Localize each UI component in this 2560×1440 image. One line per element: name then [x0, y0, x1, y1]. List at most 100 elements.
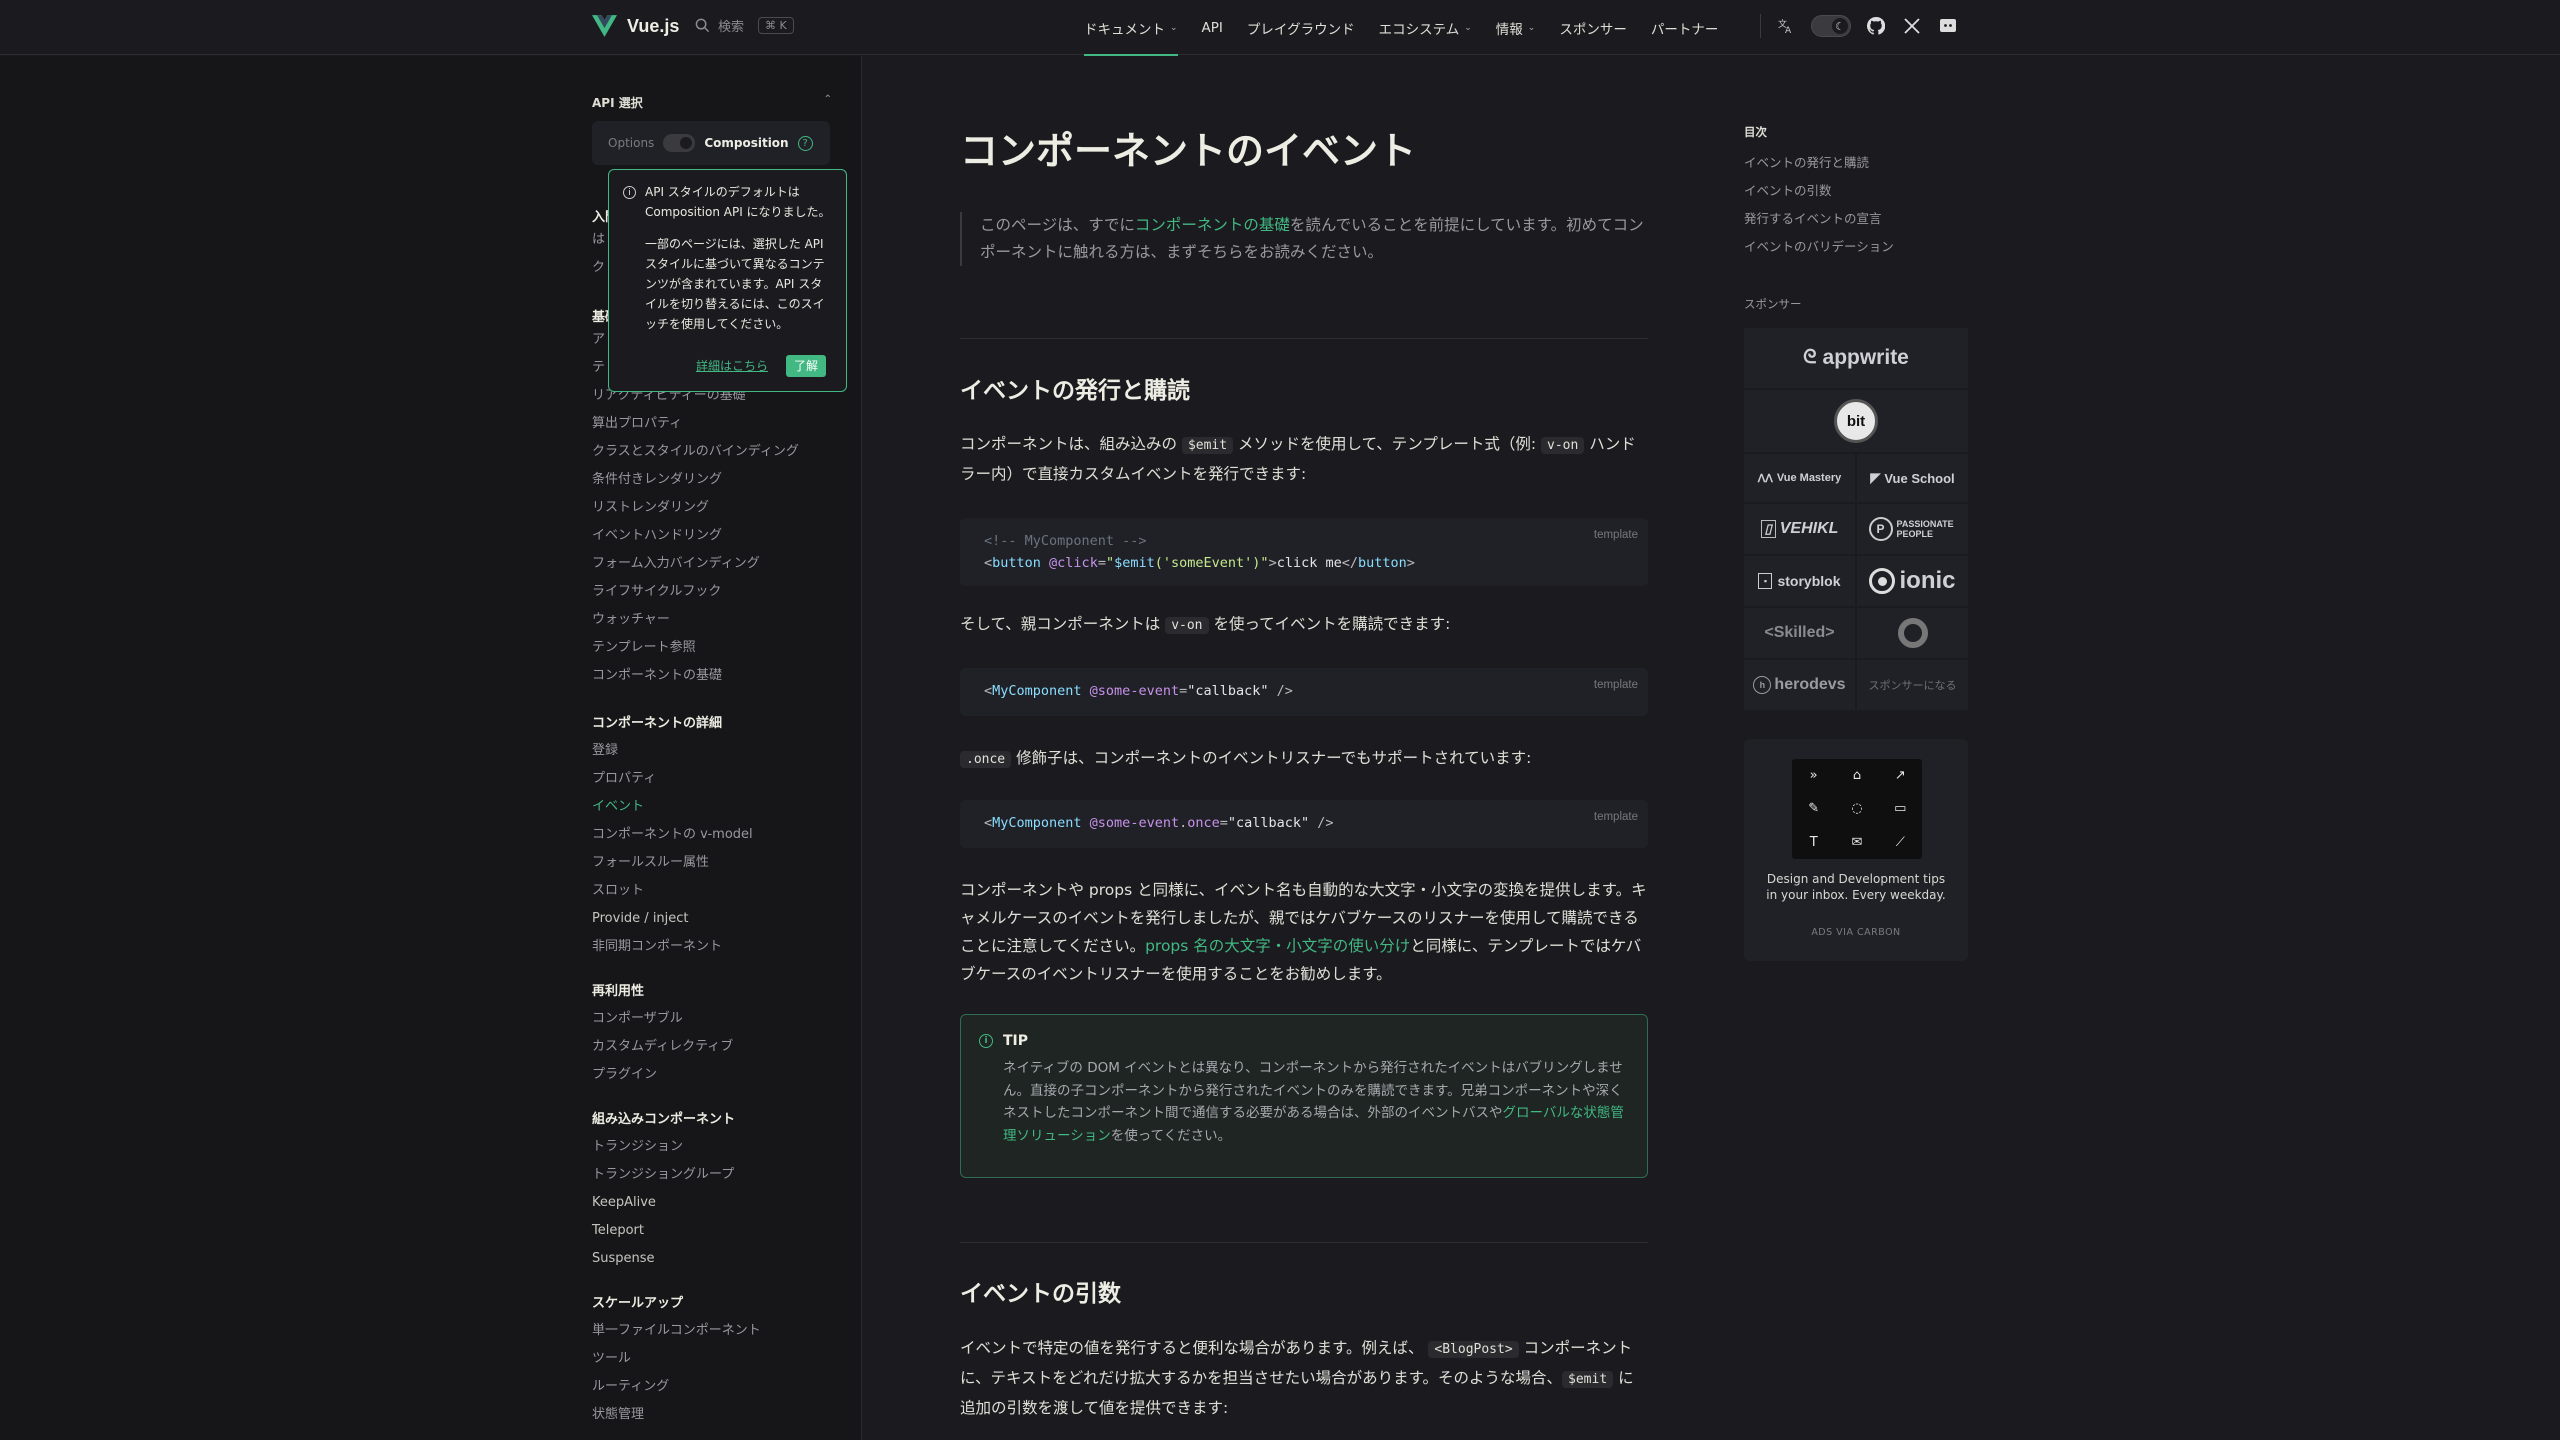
search-button[interactable]: 検索 ⌘ K	[695, 16, 794, 35]
sidebar-item[interactable]: テンプレート参照	[592, 639, 832, 667]
inline-code: v-on	[1165, 617, 1209, 634]
learn-more-link[interactable]: 詳細はこちら	[696, 356, 768, 376]
sidebar-item[interactable]: コンポーネントの基礎	[592, 667, 832, 695]
ad-via[interactable]: ADS VIA CARBON	[1744, 927, 1968, 938]
ad-image[interactable]: » ⌂ ↗ ✎ ◌ ▭ T ✉ ⟋	[1792, 759, 1922, 859]
translate-icon[interactable]: 文A	[1775, 15, 1797, 37]
github-icon[interactable]	[1865, 15, 1887, 37]
toc-item[interactable]: イベントのバリデーション	[1744, 236, 1894, 255]
text: メソッドを使用して、テンプレート式（例:	[1238, 435, 1537, 453]
sidebar-item[interactable]: イベント	[592, 798, 832, 826]
brand-link[interactable]: Vue.js	[592, 15, 679, 37]
sidebar-item[interactable]: 単一ファイルコンポーネント	[592, 1322, 832, 1350]
sponsor-passionate-people[interactable]: P PASSIONATE PEOPLE	[1857, 504, 1968, 554]
sidebar-item[interactable]: コンポーザブル	[592, 1010, 832, 1038]
sidebar-group: 組み込みコンポーネント トランジション トランジショングループ KeepAlive Te…	[592, 1108, 832, 1278]
pen-icon: ✎	[1808, 801, 1820, 817]
sidebar-item[interactable]: ルーティング	[592, 1378, 832, 1406]
sidebar-item[interactable]: 算出プロパティ	[592, 415, 832, 443]
sidebar-item[interactable]: 状態管理	[592, 1406, 832, 1434]
toc-item[interactable]: イベントの引数	[1744, 180, 1832, 199]
sidebar-item[interactable]: フォールスルー属性	[592, 854, 832, 882]
composition-label[interactable]: Composition	[704, 136, 788, 150]
sponsor-ionic[interactable]: ionic	[1857, 556, 1968, 606]
sidebar-item[interactable]: プロパティ	[592, 770, 832, 798]
sidebar-item[interactable]: リストレンダリング	[592, 499, 832, 527]
lead-text: このページは、すでに	[980, 216, 1135, 234]
sidebar-item[interactable]: クラスとスタイルのバインディング	[592, 443, 832, 471]
mail-icon: ✉	[1851, 834, 1863, 850]
sidebar-item[interactable]: ライフサイクルフック	[592, 583, 832, 611]
top-nav: Vue.js 検索 ⌘ K ドキュメント ⌄ API プレイグラウンド エコシステム ⌄ 情…	[0, 0, 2560, 56]
code-lang-label: template	[1593, 811, 1638, 823]
nav-divider	[1760, 14, 1761, 38]
discord-icon[interactable]	[1937, 15, 1959, 37]
toc-title: 目次	[1744, 125, 1767, 139]
herodevs-logo-icon: h	[1753, 676, 1772, 694]
sidebar-item[interactable]: フォーム入力バインディング	[592, 555, 832, 583]
text-icon: T	[1809, 834, 1818, 850]
popup-text-1: API スタイルのデフォルトは Composition API になりました。	[645, 185, 831, 219]
nav-item-1[interactable]: API	[1202, 0, 1223, 55]
become-sponsor-link[interactable]: スポンサーになる	[1857, 660, 1968, 710]
sidebar-item[interactable]: 非同期コンポーネント	[592, 938, 832, 966]
sponsor-vue-mastery[interactable]: ᐱᐱ Vue Mastery	[1744, 454, 1855, 502]
sidebar-item[interactable]: トランジショングループ	[592, 1166, 832, 1194]
code-line: <MyComponent @some-event="callback" />	[984, 683, 1293, 699]
help-icon[interactable]: ?	[797, 135, 813, 151]
carbon-ad[interactable]: » ⌂ ↗ ✎ ◌ ▭ T ✉ ⟋ Design and Development tips …	[1744, 739, 1968, 961]
tip-body: ネイティブの DOM イベントとは異なり、コンポーネントから発行されたイベントは…	[979, 1057, 1631, 1147]
nav-item-2[interactable]: プレイグラウンド	[1247, 0, 1355, 55]
nav-item-5[interactable]: スポンサー	[1559, 0, 1627, 55]
sponsor-storyblok[interactable]: ▪ storyblok	[1744, 556, 1855, 606]
api-style-toggle[interactable]	[663, 134, 696, 152]
chevron-up-icon: ⌃	[823, 94, 832, 105]
code-block-once: template <MyComponent @some-event.once="…	[960, 800, 1648, 848]
sidebar-item[interactable]: ウォッチャー	[592, 611, 832, 639]
sidebar-item[interactable]: Suspense	[592, 1250, 832, 1278]
x-icon[interactable]	[1901, 15, 1923, 37]
sponsor-vue-school[interactable]: ◤ Vue School	[1857, 454, 1968, 502]
nav-item-6[interactable]: パートナー	[1651, 0, 1719, 55]
tip-title: TIP	[1003, 1033, 1029, 1049]
tip-box: i TIP ネイティブの DOM イベントとは異なり、コンポーネントから発行された…	[960, 1014, 1648, 1178]
nav-item-3[interactable]: エコシステム ⌄	[1379, 0, 1472, 55]
sidebar-item[interactable]: KeepAlive	[592, 1194, 832, 1222]
nav-item-label: プレイグラウンド	[1246, 21, 1355, 38]
sponsor-herodevs[interactable]: h herodevs	[1744, 660, 1855, 710]
sidebar-item[interactable]: 登録	[592, 742, 832, 770]
text: そして、親コンポーネントは	[960, 615, 1161, 633]
toc-item[interactable]: 発行するイベントの宣言	[1744, 208, 1882, 227]
sidebar-item[interactable]: コンポーネントの v-model	[592, 826, 832, 854]
sidebar-group: 再利用性 コンポーザブル カスタムディレクティブ プラグイン	[592, 980, 832, 1094]
sidebar-item[interactable]: Teleport	[592, 1222, 832, 1250]
sidebar-item[interactable]: スロット	[592, 882, 832, 910]
theme-toggle[interactable]: ☾	[1811, 15, 1851, 37]
sidebar-item[interactable]: トランジション	[592, 1138, 832, 1166]
sidebar-item[interactable]: イベントハンドリング	[592, 527, 832, 555]
search-label: 検索	[718, 20, 745, 35]
api-preference-heading[interactable]: API 選択 ⌃	[592, 94, 832, 111]
nav-item-4[interactable]: 情報 ⌄	[1496, 0, 1536, 55]
section-divider	[960, 338, 1648, 339]
paragraph-args: イベントで特定の値を発行すると便利な場合があります。例えば、 <BlogPost…	[960, 1334, 1648, 1422]
toc-item[interactable]: イベントの発行と購読	[1744, 152, 1869, 171]
basics-link[interactable]: コンポーネントの基礎	[1135, 216, 1290, 234]
sidebar-item[interactable]: プラグイン	[592, 1066, 832, 1094]
options-label[interactable]: Options	[608, 136, 654, 150]
sponsor-vehikl[interactable]: ▯ VEHIKL	[1744, 504, 1855, 554]
sponsor-bit[interactable]: bit	[1744, 390, 1968, 452]
props-case-link[interactable]: props 名の大文字・小文字の使い分け	[1145, 937, 1410, 955]
got-it-button[interactable]: 了解	[785, 355, 826, 377]
nav-item-label: パートナー	[1650, 21, 1719, 38]
sponsor-circle-logo[interactable]	[1857, 608, 1968, 658]
sidebar-item[interactable]: Provide / inject	[592, 910, 832, 938]
sponsor-skilled[interactable]: <Skilled>	[1744, 608, 1855, 658]
nav-item-0[interactable]: ドキュメント ⌄	[1084, 0, 1178, 56]
sidebar-item[interactable]: カスタムディレクティブ	[592, 1038, 832, 1066]
ad-text[interactable]: Design and Development tips in your inbo…	[1764, 871, 1948, 903]
sponsor-appwrite[interactable]: ᘓ appwrite	[1744, 328, 1968, 388]
sidebar-item[interactable]: ツール	[592, 1350, 832, 1378]
popup-text-2: 一部のページには、選択した API スタイルに基づいて異なるコンテンツが含まれて…	[645, 237, 825, 331]
sidebar-item[interactable]: 条件付きレンダリング	[592, 471, 832, 499]
